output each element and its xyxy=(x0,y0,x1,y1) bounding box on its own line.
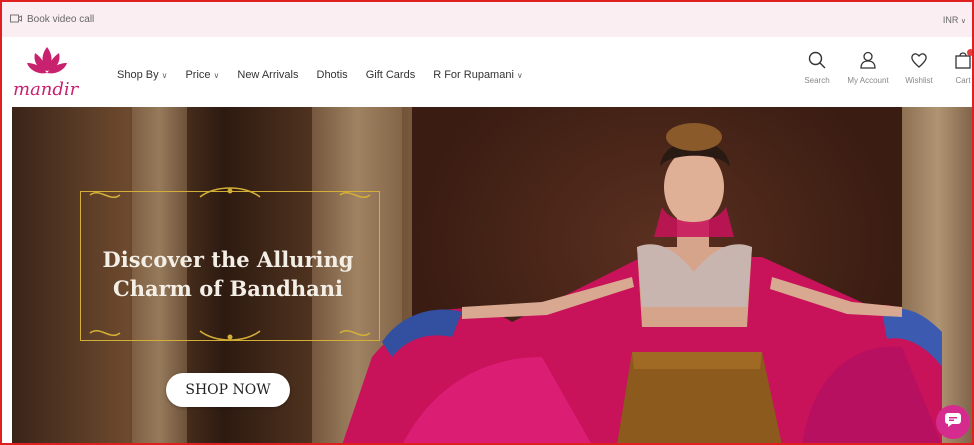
hero-title: Discover the Alluring Charm of Bandhani xyxy=(78,245,378,303)
chevron-down-icon: ∨ xyxy=(960,17,966,25)
nav-label: Dhotis xyxy=(316,69,348,81)
search-icon xyxy=(808,51,826,74)
chat-button[interactable] xyxy=(936,405,970,439)
cart-count-badge xyxy=(967,49,972,56)
header-actions: Search My Account Wishlist Cart xyxy=(802,49,972,85)
account-button[interactable]: My Account xyxy=(846,51,890,85)
nav-label: Shop By xyxy=(117,69,159,81)
search-label: Search xyxy=(804,76,830,85)
chevron-down-icon: ∨ xyxy=(161,70,168,80)
site-logo[interactable]: mandir xyxy=(7,43,92,103)
top-bar: Book video call INR ∨ xyxy=(2,2,972,37)
nav-r-for-rupamani[interactable]: R For Rupamani ∨ xyxy=(433,69,523,81)
wishlist-button[interactable]: Wishlist xyxy=(904,51,934,85)
shopping-bag-icon xyxy=(954,49,972,74)
book-video-call-label: Book video call xyxy=(27,14,95,25)
cart-label: Cart xyxy=(955,76,971,85)
hero-banner[interactable]: Discover the Alluring Charm of Bandhani … xyxy=(12,107,972,443)
video-camera-icon xyxy=(10,14,22,26)
wishlist-label: Wishlist xyxy=(905,76,933,85)
nav-gift-cards[interactable]: Gift Cards xyxy=(366,69,416,81)
nav-label: Gift Cards xyxy=(365,69,416,81)
currency-selector[interactable]: INR ∨ xyxy=(943,15,966,25)
heart-icon xyxy=(910,51,928,74)
nav-dhotis[interactable]: Dhotis xyxy=(317,69,348,81)
search-button[interactable]: Search xyxy=(802,51,832,85)
svg-text:mandir: mandir xyxy=(13,79,80,100)
user-icon xyxy=(859,51,877,74)
currency-label: INR xyxy=(942,14,959,25)
ornament-flourish-icon xyxy=(89,187,371,198)
chat-icon xyxy=(945,412,961,432)
book-video-call-link[interactable]: Book video call xyxy=(10,14,94,26)
nav-new-arrivals[interactable]: New Arrivals xyxy=(237,69,298,81)
nav-price[interactable]: Price ∨ xyxy=(185,69,219,81)
nav-label: Price xyxy=(185,69,211,81)
hero-title-line: Discover the Alluring xyxy=(102,247,354,272)
page: Book video call INR ∨ mandir Shop By ∨ P… xyxy=(0,0,974,445)
hero-title-line: Charm of Bandhani xyxy=(113,276,343,301)
chevron-down-icon: ∨ xyxy=(213,70,220,80)
ornament-flourish-icon xyxy=(89,330,371,341)
account-label: My Account xyxy=(847,76,889,85)
hero-model-image xyxy=(342,123,942,443)
nav-label: New Arrivals xyxy=(237,69,299,81)
main-header: mandir Shop By ∨ Price ∨ New Arrivals Dh… xyxy=(2,37,972,107)
chevron-down-icon: ∨ xyxy=(516,70,523,80)
shop-now-button[interactable]: SHOP NOW xyxy=(166,373,290,407)
nav-label: R For Rupamani xyxy=(433,69,514,81)
cart-button[interactable]: Cart xyxy=(948,49,972,85)
main-nav: Shop By ∨ Price ∨ New Arrivals Dhotis Gi… xyxy=(117,69,523,81)
nav-shop-by[interactable]: Shop By ∨ xyxy=(117,69,167,81)
